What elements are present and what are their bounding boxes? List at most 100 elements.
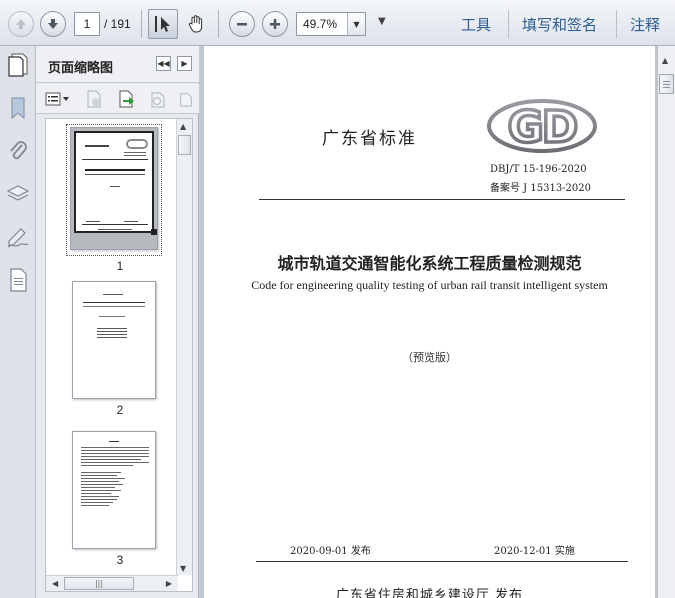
bookmark-icon: [11, 97, 25, 120]
thumb-text-line: [81, 447, 149, 448]
thumb-text-line: [85, 174, 145, 175]
content-button[interactable]: [6, 268, 30, 292]
thumbnail-horizontal-scrollbar[interactable]: ◀ ||| ▶: [46, 575, 178, 591]
toolbar-customize-icon[interactable]: ▼: [378, 16, 386, 27]
thumbnail-page-content: [74, 131, 154, 233]
thumbnail-resize-handle[interactable]: [151, 229, 157, 235]
logo-text: GD: [508, 102, 577, 153]
thumb-text-line: [97, 328, 127, 329]
page-thumbnails-button[interactable]: [6, 53, 30, 77]
rotate-page-button[interactable]: [148, 90, 168, 108]
navigation-strip: [0, 46, 36, 598]
fill-sign-menu[interactable]: 填写和签名: [522, 14, 597, 35]
main-toolbar: 1 / 191 49.7% ▼ ▼ 工具 填写和签名 注释: [0, 0, 675, 46]
layers-button[interactable]: [6, 182, 30, 206]
thumbnail-scroll-thumb[interactable]: [178, 135, 191, 155]
header-rule: [259, 199, 625, 200]
document-vertical-scrollbar[interactable]: ▲: [657, 46, 675, 598]
bookmarks-button[interactable]: [6, 96, 30, 120]
zoom-out-icon: [237, 23, 247, 26]
toolbar-divider: [141, 10, 142, 38]
thumb-rule: [82, 159, 148, 160]
attachment-icon: [10, 141, 27, 160]
thumb-text-line: [85, 169, 145, 171]
thumb-text-line: [81, 502, 113, 503]
thumb-text-line: [81, 462, 149, 463]
page-total-label: / 191: [104, 17, 131, 31]
thumb-text-line: [98, 229, 132, 230]
thumbnail-page-1[interactable]: [70, 127, 158, 250]
options-menu-button[interactable]: [44, 90, 72, 108]
thumb-text-line: [85, 145, 109, 147]
thumbnail-hscroll-thumb[interactable]: |||: [64, 577, 134, 590]
menu-divider: [508, 10, 509, 38]
thumb-text-line: [109, 441, 119, 442]
chevron-down-icon[interactable]: ▼: [347, 13, 365, 35]
thumb-text-line: [81, 487, 115, 488]
select-arrow-icon: [155, 16, 170, 32]
thumbnail-page-3[interactable]: [72, 431, 156, 549]
pages-icon: [8, 53, 28, 77]
insert-page-icon: [119, 90, 134, 108]
thumb-text-line: [97, 334, 127, 335]
scroll-left-icon[interactable]: ◀: [52, 579, 58, 588]
scroll-up-icon[interactable]: ▲: [662, 56, 668, 65]
thumb-text-line: [81, 475, 117, 476]
select-tool-button[interactable]: [148, 9, 178, 39]
thumbnail-vertical-scrollbar[interactable]: ▲ ▼: [176, 119, 192, 575]
gd-logo: GD: [487, 99, 597, 154]
expand-panel-button[interactable]: ▶: [177, 56, 192, 71]
page-number-input[interactable]: 1: [74, 12, 100, 36]
layers-icon: [6, 185, 30, 201]
thumb-logo: [126, 139, 148, 149]
extract-page-button[interactable]: [178, 90, 194, 108]
zoom-in-button[interactable]: [262, 11, 288, 37]
collapse-panel-button[interactable]: ◀◀: [156, 56, 171, 71]
thumb-text-line: [110, 186, 120, 187]
thumb-text-line: [81, 499, 117, 500]
attachments-button[interactable]: [6, 139, 30, 163]
scroll-right-icon[interactable]: ▶: [166, 579, 172, 588]
document-scroll-thumb[interactable]: [659, 74, 674, 94]
thumb-text-line: [97, 331, 127, 332]
thumb-text-line: [83, 306, 145, 307]
panel-header: 页面缩略图 ◀◀ ▶: [36, 46, 199, 83]
arrow-down-icon: [48, 19, 58, 29]
document-view[interactable]: 广东省标准 GD DBJ/T 15-196-2020 备案号 J 15313-2…: [200, 46, 657, 598]
insert-page-button[interactable]: [116, 90, 136, 108]
panel-title: 页面缩略图: [48, 61, 114, 76]
thumbnail-page-2[interactable]: [72, 281, 156, 399]
rotate-page-icon: [151, 92, 165, 108]
thumb-rule: [82, 224, 148, 225]
thumb-text-line: [81, 456, 149, 457]
zoom-level-field[interactable]: 49.7% ▼: [296, 12, 366, 36]
standard-label: 广东省标准: [322, 129, 417, 149]
delete-page-button[interactable]: [84, 90, 104, 108]
scroll-down-icon[interactable]: ▼: [180, 564, 186, 573]
tools-menu[interactable]: 工具: [461, 14, 491, 35]
menu-divider: [616, 10, 617, 38]
thumb-text-line: [124, 155, 146, 156]
comment-menu[interactable]: 注释: [630, 14, 660, 35]
document-title-english: Code for engineering quality testing of …: [251, 278, 608, 292]
zoom-out-button[interactable]: [229, 11, 255, 37]
thumb-text-line: [99, 316, 125, 317]
thumb-text-line: [81, 459, 141, 460]
thumb-text-line: [124, 152, 146, 153]
signatures-button[interactable]: [6, 225, 30, 249]
scroll-up-icon[interactable]: ▲: [180, 122, 186, 131]
toolbar-divider: [218, 10, 219, 38]
document-icon: [10, 268, 27, 292]
thumb-text-line: [83, 302, 145, 303]
thumb-text-line: [81, 493, 111, 494]
thumb-text-line: [81, 490, 121, 491]
thumb-text-line: [81, 496, 119, 497]
extract-page-icon: [180, 93, 192, 107]
previous-page-button[interactable]: [8, 11, 34, 37]
hand-tool-button[interactable]: [181, 9, 211, 39]
thumbnail-label: 1: [116, 259, 124, 273]
thumbnail-label: 3: [116, 553, 124, 567]
footer-rule: [256, 561, 628, 562]
next-page-button[interactable]: [40, 11, 66, 37]
thumbnail-list[interactable]: 1 2 3 ▲ ▼ ◀ ||| ▶: [45, 118, 193, 592]
